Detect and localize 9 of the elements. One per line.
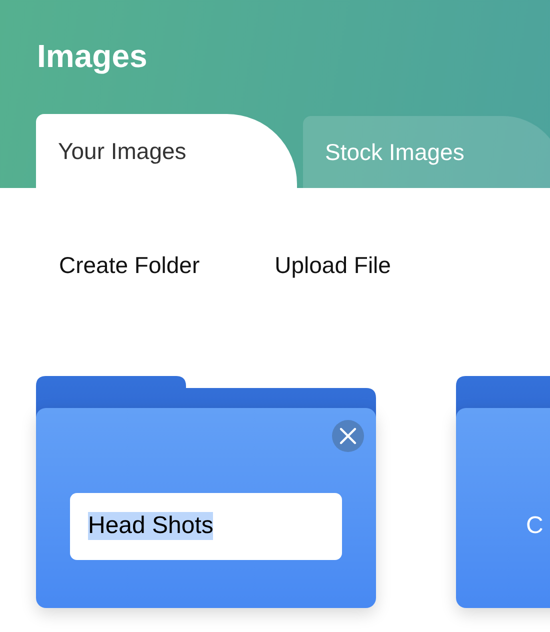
- folder-name: C: [526, 512, 544, 540]
- folder-name-field[interactable]: Head Shots: [70, 492, 342, 560]
- action-button[interactable]: Create Folder: [59, 250, 200, 280]
- page-title: Images: [37, 37, 148, 76]
- tab[interactable]: Your Images: [36, 114, 297, 188]
- close-icon: [339, 427, 357, 445]
- action-button[interactable]: Upload File: [274, 250, 391, 280]
- close-button[interactable]: [332, 420, 364, 452]
- folder-card[interactable]: Head Shots: [36, 408, 376, 608]
